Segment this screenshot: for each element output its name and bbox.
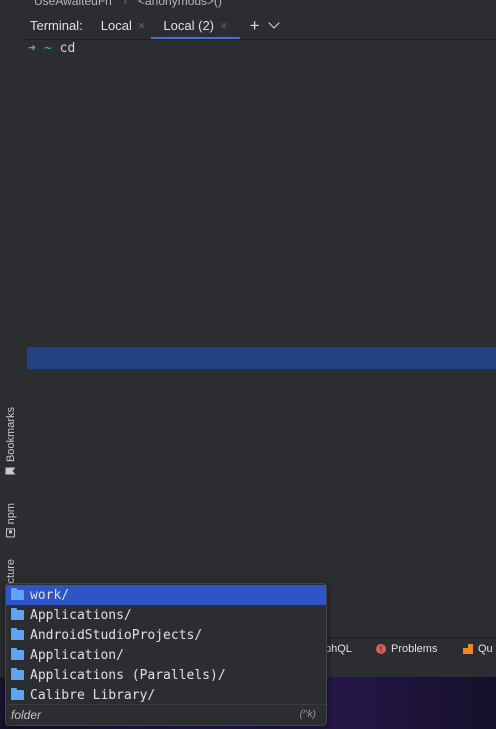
tab-local[interactable]: Local × [101, 12, 146, 39]
bookmark-icon [6, 468, 16, 475]
completion-item[interactable]: AndroidStudioProjects/ [6, 625, 326, 645]
close-icon[interactable]: × [138, 18, 146, 33]
completion-item[interactable]: Application/ [6, 645, 326, 665]
tab-label: Local (2) [163, 18, 214, 33]
bookmarks-tool-tab[interactable]: Bookmarks [0, 398, 22, 486]
completion-item[interactable]: Applications (Parallels)/ [6, 665, 326, 685]
chart-icon [463, 644, 473, 654]
add-tab-icon[interactable]: + [250, 16, 260, 36]
terminal-tab-bar: Terminal: Local × Local (2) × + [22, 12, 496, 40]
completion-footer: folder (^k) [6, 704, 326, 725]
close-icon[interactable]: × [220, 18, 228, 33]
breadcrumb: UseAwaitedFn › <anonymous>() [22, 0, 496, 12]
completion-item-label: Applications (Parallels)/ [30, 667, 226, 683]
breadcrumb-function[interactable]: UseAwaitedFn [34, 0, 112, 8]
breadcrumb-child[interactable]: <anonymous>() [138, 0, 222, 8]
completion-item[interactable]: Applications/ [6, 605, 326, 625]
bookmarks-tab-label: Bookmarks [5, 407, 17, 463]
completion-item-label: work/ [30, 587, 70, 603]
completion-popup: work/ Applications/ AndroidStudioProject… [5, 583, 327, 726]
terminal-prompt-line: ➜ ~ cd [28, 41, 75, 56]
breadcrumb-separator: › [123, 0, 127, 8]
terminal-area[interactable]: ➜ ~ cd [22, 40, 496, 677]
completion-item[interactable]: work/ [6, 585, 326, 605]
tab-label: Local [100, 18, 132, 33]
terminal-title: Terminal: [30, 18, 83, 33]
prompt-directory: ~ [43, 41, 52, 56]
completion-item-label: Calibre Library/ [30, 687, 156, 703]
npm-tab-label: npm [5, 502, 17, 525]
problems-label: Problems [391, 643, 438, 655]
terminal-selection-highlight [27, 347, 496, 369]
npm-icon [6, 528, 16, 538]
problems-tool-button[interactable]: ! Problems [376, 643, 437, 655]
folder-icon [11, 668, 24, 680]
npm-tool-tab[interactable]: npm [0, 495, 22, 545]
chevron-down-icon[interactable] [267, 16, 280, 29]
folder-icon [11, 588, 24, 600]
folder-icon [11, 628, 24, 640]
structure-tab-label: cture [5, 558, 17, 584]
folder-icon [11, 688, 24, 700]
tab-local-2[interactable]: Local (2) × [151, 12, 240, 39]
completion-shortcut: (^k) [299, 709, 316, 720]
completion-item[interactable]: Calibre Library/ [6, 685, 326, 705]
completion-item-label: Applications/ [30, 607, 132, 623]
prompt-arrow-icon: ➜ [28, 41, 36, 56]
completion-item-label: Application/ [30, 647, 124, 663]
error-icon: ! [376, 644, 386, 654]
completion-item-label: AndroidStudioProjects/ [30, 627, 203, 643]
graphql-tool-button[interactable]: phQL [325, 643, 352, 655]
folder-icon [11, 648, 24, 660]
folder-icon [11, 608, 24, 620]
completion-hint: folder [11, 708, 42, 722]
graphql-label: phQL [325, 643, 352, 655]
queries-tool-button[interactable]: Qu [463, 643, 493, 655]
queries-label: Qu [478, 643, 493, 655]
terminal-command: cd [59, 41, 76, 56]
structure-tool-tab[interactable]: cture [0, 556, 22, 586]
completion-list: work/ Applications/ AndroidStudioProject… [6, 585, 326, 705]
